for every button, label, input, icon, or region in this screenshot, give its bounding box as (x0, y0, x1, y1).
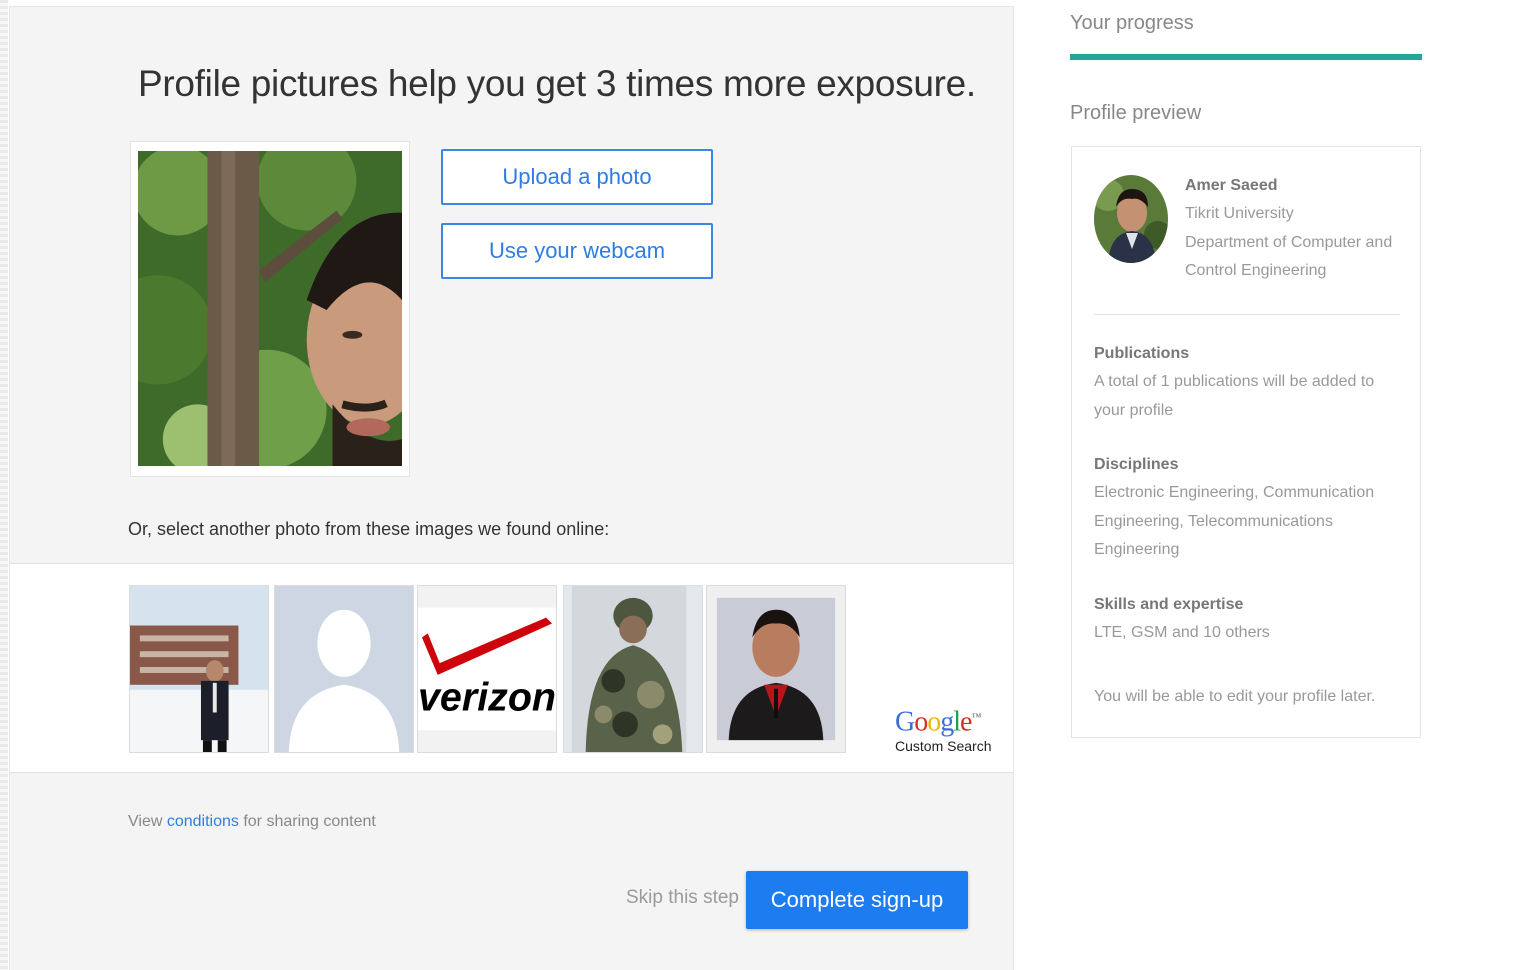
google-letter: e (960, 706, 972, 738)
publications-line: A total of 1 publications will be added … (1094, 373, 1375, 390)
profile-preview-label: Profile preview (1070, 102, 1202, 124)
current-profile-photo (130, 141, 410, 477)
disciplines-line: Electronic Engineering, Communication (1094, 484, 1375, 501)
publications-line: your profile (1094, 401, 1174, 419)
verizon-logo-text: verizon (418, 675, 556, 719)
use-webcam-button[interactable]: Use your webcam (441, 223, 713, 279)
progress-bar (1070, 54, 1422, 60)
photo-step-panel: Profile pictures help you get 3 times mo… (9, 6, 1014, 970)
avatar (1094, 175, 1168, 263)
edit-profile-note: You will be able to edit your profile la… (1094, 688, 1376, 705)
upload-photo-button[interactable]: Upload a photo (441, 149, 713, 205)
profile-department-line-2: Control Engineering (1185, 262, 1327, 279)
profile-institution: Tikrit University (1185, 205, 1294, 222)
google-letter: o (914, 706, 928, 738)
avatar-image (1094, 175, 1168, 263)
trademark-mark: ™ (971, 712, 981, 723)
thumbnail-image-suit-snow (130, 586, 268, 752)
online-photo-thumbnail-2[interactable] (274, 585, 414, 753)
online-photo-thumbnail-3[interactable]: verizon (417, 585, 557, 753)
online-photo-thumbnail-4[interactable] (563, 585, 703, 753)
complete-signup-button[interactable]: Complete sign-up (746, 871, 968, 929)
online-photos-label: Or, select another photo from these imag… (128, 519, 610, 539)
card-divider (1094, 314, 1400, 315)
publications-text: A total of 1 publications will be added … (1094, 368, 1374, 425)
skills-text: LTE, GSM and 10 others (1094, 619, 1270, 648)
custom-search-label: Custom Search (895, 738, 992, 755)
skills-line: LTE, GSM and 10 others (1094, 624, 1270, 641)
google-letter: g (940, 706, 954, 738)
progress-label: Your progress (1070, 12, 1194, 34)
page-title: Profile pictures help you get 3 times mo… (138, 63, 976, 104)
sharing-conditions-note: View conditions for sharing content (128, 813, 376, 831)
conditions-link[interactable]: conditions (167, 813, 239, 830)
page: Profile pictures help you get 3 times mo… (0, 0, 1537, 970)
default-avatar-silhouette-icon (275, 586, 413, 752)
online-photo-thumbnail-1[interactable] (129, 585, 269, 753)
progress-bar-fill (1070, 54, 1422, 60)
google-custom-search-logo: Google™ Custom Search (895, 704, 1005, 755)
skip-step-link[interactable]: Skip this step (626, 887, 739, 909)
disciplines-text: Electronic Engineering, Communication En… (1094, 479, 1374, 565)
conditions-suffix: for sharing content (238, 813, 376, 830)
publications-title: Publications (1094, 345, 1190, 362)
google-letter: l (953, 706, 961, 738)
skills-title: Skills and expertise (1094, 596, 1244, 613)
disciplines-line: Engineering (1094, 541, 1180, 558)
profile-department-line-1: Department of Computer and (1185, 234, 1393, 251)
disciplines-line: Engineering, Telecommunications (1094, 512, 1333, 530)
online-photos-strip: verizon Google™ Custom Search (10, 563, 1013, 773)
google-letter: G (895, 706, 915, 738)
disciplines-title: Disciplines (1094, 456, 1179, 473)
current-photo-image (138, 151, 402, 466)
thumbnail-image-portrait (707, 586, 845, 752)
google-wordmark: Google™ (895, 704, 1005, 736)
profile-preview-card: Amer Saeed Tikrit University Department … (1071, 146, 1421, 738)
google-letter: o (927, 706, 941, 738)
online-photo-thumbnail-5[interactable] (706, 585, 846, 753)
conditions-prefix: View (128, 813, 167, 830)
profile-name: Amer Saeed (1185, 177, 1278, 194)
window-edge (0, 0, 8, 970)
verizon-logo-image: verizon (418, 586, 556, 752)
thumbnail-image-camouflage (564, 586, 702, 752)
